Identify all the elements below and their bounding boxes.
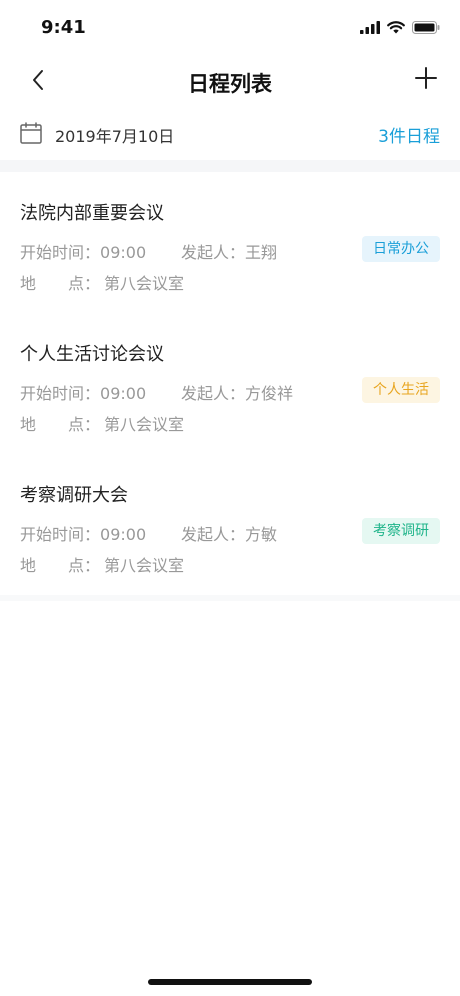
- selected-date: 2019年7月10日: [55, 127, 175, 146]
- schedule-location: 地 点： 第八会议室: [20, 411, 184, 435]
- schedule-sponsor: 发起人：王翔: [181, 239, 277, 263]
- section-divider: [0, 160, 460, 172]
- category-tag: 考察调研: [362, 518, 440, 544]
- start-time-value: 09:00: [100, 525, 147, 544]
- location-value: 第八会议室: [104, 415, 185, 434]
- location-label: 地 点：: [20, 415, 101, 434]
- schedule-sponsor: 发起人：方俊祥: [181, 380, 293, 404]
- plus-icon: [415, 67, 437, 93]
- start-time-value: 09:00: [100, 384, 147, 403]
- sponsor-value: 方敏: [245, 525, 278, 544]
- category-tag: 个人生活: [362, 377, 440, 403]
- schedule-item[interactable]: 考察调研大会 开始时间：09:00 发起人：方敏 地 点： 第八会议室 考察调研: [0, 454, 460, 595]
- schedule-title: 个人生活讨论会议: [20, 344, 164, 365]
- schedule-sponsor: 发起人：方敏: [181, 521, 277, 545]
- schedule-title: 法院内部重要会议: [20, 203, 164, 224]
- navigation-bar: 日程列表: [0, 60, 460, 104]
- sponsor-label: 发起人：: [181, 525, 246, 544]
- start-time-label: 开始时间：: [20, 243, 101, 262]
- date-bar[interactable]: 2019年7月10日 3件日程: [0, 108, 460, 160]
- schedule-start-time: 开始时间：09:00: [20, 239, 146, 263]
- start-time-label: 开始时间：: [20, 384, 101, 403]
- location-label: 地 点：: [20, 274, 101, 293]
- add-schedule-button[interactable]: [410, 64, 442, 96]
- sponsor-value: 方俊祥: [245, 384, 294, 403]
- home-indicator[interactable]: [148, 979, 312, 985]
- category-tag: 日常办公: [362, 236, 440, 262]
- schedule-count: 3件日程: [378, 127, 440, 147]
- status-bar: 9:41: [0, 0, 460, 60]
- wifi-icon: [387, 19, 405, 38]
- start-time-label: 开始时间：: [20, 525, 101, 544]
- status-time: 9:41: [41, 17, 86, 38]
- battery-icon: [412, 19, 440, 38]
- schedule-item[interactable]: 个人生活讨论会议 开始时间：09:00 发起人：方俊祥 地 点： 第八会议室 个人…: [0, 313, 460, 454]
- schedule-location: 地 点： 第八会议室: [20, 552, 184, 576]
- status-icons: [360, 19, 440, 38]
- list-bottom-divider: [0, 595, 460, 601]
- schedule-list: 法院内部重要会议 开始时间：09:00 发起人：王翔 地 点： 第八会议室 日常办…: [0, 172, 460, 595]
- schedule-item[interactable]: 法院内部重要会议 开始时间：09:00 发起人：王翔 地 点： 第八会议室 日常办…: [0, 172, 460, 313]
- sponsor-label: 发起人：: [181, 243, 246, 262]
- location-value: 第八会议室: [104, 556, 185, 575]
- schedule-start-time: 开始时间：09:00: [20, 380, 146, 404]
- location-label: 地 点：: [20, 556, 101, 575]
- start-time-value: 09:00: [100, 243, 147, 262]
- cellular-signal-icon: [360, 19, 380, 38]
- schedule-location: 地 点： 第八会议室: [20, 270, 184, 294]
- schedule-title: 考察调研大会: [20, 485, 128, 506]
- sponsor-label: 发起人：: [181, 384, 246, 403]
- calendar-icon: [20, 122, 42, 148]
- page-title: 日程列表: [188, 72, 272, 96]
- location-value: 第八会议室: [104, 274, 185, 293]
- schedule-start-time: 开始时间：09:00: [20, 521, 146, 545]
- sponsor-value: 王翔: [245, 243, 278, 262]
